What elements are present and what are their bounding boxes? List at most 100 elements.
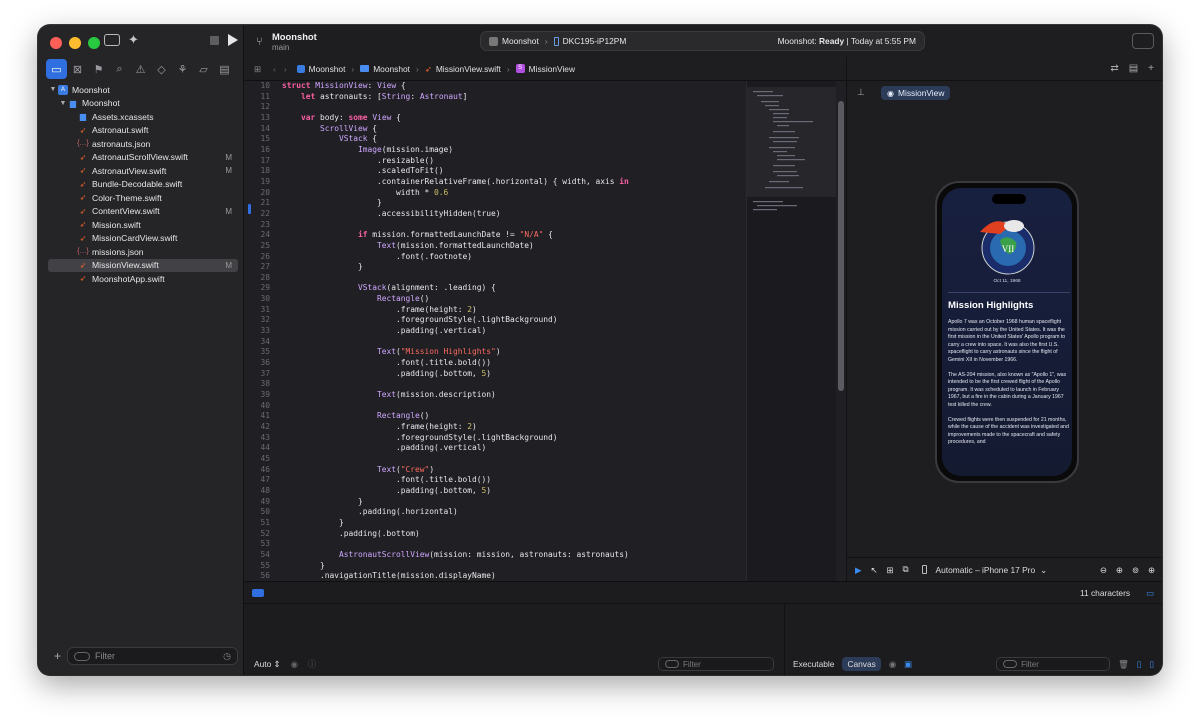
test-icon[interactable]: ◇	[151, 59, 172, 79]
file-row[interactable]: {…} astronauts.json	[48, 137, 238, 151]
variants-icon[interactable]: ⊞	[886, 565, 893, 575]
left-panel-icon[interactable]: ▯	[1137, 659, 1142, 669]
zoom-in-icon[interactable]: ⊕	[1116, 565, 1123, 575]
run-destination[interactable]: DKC195-iP12PM	[563, 36, 627, 46]
eye-icon[interactable]: ◉	[889, 659, 896, 669]
minimap[interactable]	[746, 81, 837, 581]
file-row[interactable]: ➶ AstronautView.swift M	[48, 164, 238, 178]
pin-icon[interactable]: ⊥	[857, 87, 865, 98]
editor-scrollbar[interactable]	[836, 81, 846, 581]
scrollbar-thumb[interactable]	[838, 101, 844, 391]
file-row[interactable]: {…} missions.json	[48, 245, 238, 259]
back-icon[interactable]: ‹	[273, 64, 276, 74]
eye-icon[interactable]: ◉	[291, 659, 298, 669]
zoom-actual-icon[interactable]: ⊕	[1148, 565, 1155, 575]
device-selector[interactable]: Automatic – iPhone 17 Pro	[936, 565, 1036, 575]
zoom-window-button[interactable]	[88, 37, 100, 49]
report-icon[interactable]: ▤	[214, 59, 235, 79]
executable-tab[interactable]: Executable	[793, 659, 834, 669]
stop-icon[interactable]	[210, 36, 219, 45]
settings-toggle-icon[interactable]: ⧉	[903, 564, 909, 575]
tree-root[interactable]: ▼ A Moonshot	[48, 83, 238, 97]
add-icon[interactable]: +	[54, 649, 61, 663]
add-editor-icon[interactable]: +	[1148, 63, 1154, 74]
file-row[interactable]: ➶ Astronaut.swift	[48, 124, 238, 138]
warning-icon[interactable]: ⚠	[130, 59, 151, 79]
tree-group[interactable]: ▼ ▆ Moonshot	[48, 97, 238, 111]
zoom-out-icon[interactable]: ⊖	[1100, 565, 1107, 575]
chevron-down-icon[interactable]: ▼	[58, 100, 68, 107]
swift-badge-icon[interactable]: ▣	[904, 659, 912, 669]
file-row[interactable]: ➶ AstronautScrollView.swift M	[48, 151, 238, 165]
file-row[interactable]: ➶ ContentView.swift M	[48, 205, 238, 219]
file-name: MissionCardView.swift	[92, 233, 178, 244]
variables-filter-input[interactable]: Filter	[658, 657, 774, 671]
navigator-filter-input[interactable]: Filter ◷	[67, 647, 238, 665]
trash-icon[interactable]: 🗑︎	[1118, 659, 1129, 670]
console-filter-input[interactable]: Filter	[996, 657, 1111, 671]
file-row[interactable]: ▆ Assets.xcassets	[48, 110, 238, 124]
status-time: | Today at 5:55 PM	[844, 36, 916, 46]
forward-icon[interactable]: ›	[284, 64, 287, 74]
breadcrumb-file[interactable]: MissionView.swift	[436, 64, 501, 74]
right-panel-icon[interactable]: ▯	[1149, 659, 1154, 669]
search-icon[interactable]: ⌕	[109, 59, 130, 79]
swift-file-icon: ➶	[79, 220, 87, 230]
file-row[interactable]: ➶ Color-Theme.swift	[48, 191, 238, 205]
breadcrumb-group[interactable]: Moonshot	[373, 64, 410, 74]
line-number: 40	[260, 400, 270, 410]
breakpoint-icon[interactable]: ▱	[193, 59, 214, 79]
sidebar-toggle-icon[interactable]	[104, 34, 120, 46]
debug-toggle-icon[interactable]	[252, 588, 264, 597]
file-row[interactable]: ➶ Mission.swift	[48, 218, 238, 232]
recent-files-icon[interactable]: ◷	[223, 651, 231, 662]
canvas-top-bar: ⇄ ▤ +	[847, 57, 1162, 81]
swap-icon[interactable]: ⇄	[1110, 63, 1118, 74]
canvas-tab[interactable]: Canvas	[842, 657, 881, 671]
close-window-button[interactable]	[50, 37, 62, 49]
chevron-down-icon[interactable]: ▼	[48, 86, 58, 93]
breadcrumb-project[interactable]: Moonshot	[309, 64, 346, 74]
zoom-fit-icon[interactable]: ⊚	[1132, 565, 1139, 575]
file-row[interactable]: ➶ MoonshotApp.swift	[48, 272, 238, 286]
folder-icon[interactable]: ▭	[46, 59, 67, 79]
preview-tab[interactable]: ◉ MissionView	[881, 86, 951, 100]
line-number: 45	[260, 453, 270, 463]
source-control-icon[interactable]: ⊠	[67, 59, 88, 79]
selectable-icon[interactable]: ↖	[870, 565, 877, 575]
file-name: AstronautView.swift	[92, 165, 167, 176]
iphone-preview[interactable]: VII Oct 11, 1968 Mission Highlights Apol…	[935, 181, 1079, 483]
badge-number: VII	[1002, 244, 1015, 254]
code-area[interactable]: struct MissionView: View { let astronaut…	[282, 81, 742, 581]
swift-file-icon: ➶	[79, 125, 87, 135]
code-line: }	[282, 560, 325, 570]
live-play-icon[interactable]: ▶	[855, 565, 861, 575]
bookmark-icon[interactable]: ⚑	[88, 59, 109, 79]
code-line: Text("Crew")	[377, 464, 435, 474]
jump-bar: ⊞ ‹ › Moonshot › Moonshot › ➶ MissionVie…	[244, 57, 846, 81]
panel-toggle-icon[interactable]: ▭	[1146, 588, 1154, 598]
run-icon[interactable]	[228, 34, 238, 46]
canvas-editor-icon[interactable]: ▤	[1129, 63, 1138, 74]
activity-view: Moonshot › DKC195-iP12PM Moonshot: Ready…	[480, 31, 925, 51]
chevron-right-icon: ›	[351, 63, 355, 74]
file-row[interactable]: ➶ Bundle-Decodable.swift	[48, 178, 238, 192]
line-number: 37	[260, 368, 270, 378]
scheme-selector[interactable]: Moonshot	[502, 36, 539, 46]
sparkle-icon[interactable]: ✦	[128, 32, 139, 48]
minimize-window-button[interactable]	[69, 37, 81, 49]
breadcrumb-symbol[interactable]: MissionView	[529, 64, 575, 74]
variables-scope-selector[interactable]: Auto ⇕	[254, 659, 281, 669]
info-icon[interactable]: ⓘ	[308, 658, 316, 670]
code-line: }	[282, 517, 344, 527]
change-bar	[248, 204, 251, 214]
inspector-toggle-icon[interactable]	[1132, 33, 1154, 49]
debug-icon[interactable]: ⚘	[172, 59, 193, 79]
code-line: var body: some View {	[301, 112, 401, 122]
file-row[interactable]: ➶ MissionCardView.swift	[48, 232, 238, 246]
line-number: 12	[260, 102, 270, 112]
status-bold: Ready	[819, 36, 845, 46]
file-row[interactable]: ➶ MissionView.swift M	[48, 258, 238, 272]
grid-icon[interactable]: ⊞	[254, 64, 261, 74]
